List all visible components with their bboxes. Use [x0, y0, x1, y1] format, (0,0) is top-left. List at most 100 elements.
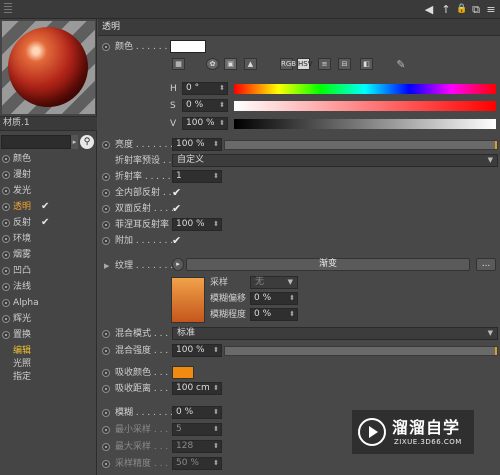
channel-animate-radio[interactable]	[2, 235, 10, 243]
channel-animate-radio[interactable]	[2, 219, 10, 227]
channel-item[interactable]: 颜色	[0, 151, 97, 167]
channel-animate-radio[interactable]	[2, 203, 10, 211]
hue-input[interactable]: 0 ° ⬍	[182, 82, 228, 95]
sidebar-subitem[interactable]: 编辑	[13, 345, 31, 358]
max-samples-input[interactable]: 128 ⬍	[172, 440, 222, 453]
channel-animate-radio[interactable]	[2, 299, 10, 307]
min-samples-animate-radio[interactable]	[102, 426, 110, 434]
channel-animate-radio[interactable]	[2, 251, 10, 259]
brightness-input[interactable]: 100 % ⬍	[172, 138, 222, 151]
additive-checkbox[interactable]: ✔	[172, 233, 181, 249]
mix-mode-dropdown[interactable]: 标准 ▼	[172, 327, 498, 340]
sample-precision-animate-radio[interactable]	[102, 460, 110, 468]
brightness-animate-radio[interactable]	[102, 141, 110, 149]
blur-input[interactable]: 0 % ⬍	[172, 406, 222, 419]
kelvin-icon[interactable]: ≡	[318, 58, 331, 70]
total-internal-checkbox[interactable]: ✔	[172, 185, 181, 201]
channel-item[interactable]: Alpha	[0, 295, 97, 311]
double-sided-checkbox[interactable]: ✔	[172, 201, 181, 217]
channel-checkbox[interactable]: ✔	[41, 199, 49, 215]
channel-search-input[interactable]	[1, 135, 71, 149]
blur-animate-radio[interactable]	[102, 409, 110, 417]
menu-icon[interactable]: ≡	[485, 2, 497, 17]
blur-offset-input[interactable]: 0 % ⬍	[250, 292, 298, 305]
picture-icon[interactable]: ▲	[244, 58, 257, 70]
refraction-animate-radio[interactable]	[102, 173, 110, 181]
search-icon[interactable]: ⚲	[80, 135, 94, 149]
value-gradient[interactable]	[234, 119, 496, 129]
sampling-dropdown[interactable]: 无 ▼	[250, 276, 298, 289]
channel-animate-radio[interactable]	[2, 315, 10, 323]
channel-item[interactable]: 漫射	[0, 167, 97, 183]
channel-item[interactable]: 烟雾	[0, 247, 97, 263]
channel-item[interactable]: 反射 ✔	[0, 215, 97, 231]
spectrum-icon[interactable]: ▦	[172, 58, 185, 70]
texture-more-button[interactable]: ...	[476, 258, 496, 271]
fresnel-animate-radio[interactable]	[102, 221, 110, 229]
fresnel-row: 菲涅耳反射率 100 % ⬍	[98, 217, 500, 233]
image-icon[interactable]: ▣	[224, 58, 237, 70]
refraction-input[interactable]: 1 ⬍	[172, 170, 222, 183]
back-arrow-icon[interactable]: ◀	[422, 2, 436, 17]
hsv-mode-button[interactable]: HSV	[297, 58, 313, 70]
up-arrow-icon[interactable]: ↑	[440, 2, 452, 17]
channel-animate-radio[interactable]	[2, 155, 10, 163]
brightness-slider[interactable]	[224, 140, 498, 150]
eyedropper-icon[interactable]: ✎	[394, 57, 408, 72]
texture-menu-button[interactable]: ▸	[172, 258, 184, 271]
rgb-mode-button[interactable]: RGB	[280, 58, 296, 70]
material-name[interactable]: 材质.1	[0, 116, 97, 131]
mix-strength-animate-radio[interactable]	[102, 347, 110, 355]
sidebar-subitem[interactable]: 指定	[13, 371, 31, 384]
mix-strength-slider[interactable]	[224, 346, 498, 356]
color-animate-radio[interactable]	[102, 43, 110, 51]
sampling-value: 无	[255, 277, 265, 287]
channel-item[interactable]: 发光	[0, 183, 97, 199]
absorption-color-swatch[interactable]	[172, 366, 194, 379]
blur-scale-input[interactable]: 0 % ⬍	[250, 308, 298, 321]
channel-item[interactable]: 环境	[0, 231, 97, 247]
material-preview[interactable]	[2, 21, 95, 114]
fresnel-input[interactable]: 100 % ⬍	[172, 218, 222, 231]
channel-animate-radio[interactable]	[2, 171, 10, 179]
texture-shader-button[interactable]: 渐变	[186, 258, 470, 271]
absorption-distance-input[interactable]: 100 cm ⬍	[172, 382, 222, 395]
mix-mode-animate-radio[interactable]	[102, 330, 110, 338]
channel-item[interactable]: 透明 ✔	[0, 199, 97, 215]
absorption-distance-animate-radio[interactable]	[102, 385, 110, 393]
color-wheel-icon[interactable]: ✿	[206, 58, 219, 70]
max-samples-animate-radio[interactable]	[102, 443, 110, 451]
channel-label: 烟雾	[13, 250, 32, 260]
channel-checkbox[interactable]: ✔	[41, 215, 49, 231]
search-dropdown-icon[interactable]: ▸	[71, 135, 78, 149]
channel-animate-radio[interactable]	[2, 267, 10, 275]
absorption-color-animate-radio[interactable]	[102, 369, 110, 377]
channel-item[interactable]: 置换	[0, 327, 97, 343]
sidebar-subitem[interactable]: 光照	[13, 358, 31, 371]
sample-precision-input[interactable]: 50 % ⬍	[172, 457, 222, 470]
sample-precision-row: 采样精度 . . . 50 % ⬍	[98, 456, 500, 472]
mixer-icon[interactable]: ⊟	[338, 58, 351, 70]
additive-animate-radio[interactable]	[102, 237, 110, 245]
texture-expand-icon[interactable]: ▶	[104, 258, 109, 274]
saturation-input[interactable]: 0 % ⬍	[182, 99, 228, 112]
preset-dropdown[interactable]: 自定义 ▼	[172, 154, 498, 167]
swatches-icon[interactable]: ◧	[360, 58, 373, 70]
channel-animate-radio[interactable]	[2, 283, 10, 291]
value-input[interactable]: 100 % ⬍	[182, 117, 228, 130]
hue-gradient[interactable]	[234, 84, 496, 94]
saturation-gradient[interactable]	[234, 101, 496, 111]
channel-item[interactable]: 辉光	[0, 311, 97, 327]
double-sided-animate-radio[interactable]	[102, 205, 110, 213]
channel-item[interactable]: 凹凸	[0, 263, 97, 279]
new-window-icon[interactable]: ⧉	[470, 2, 482, 17]
channel-item[interactable]: 法线	[0, 279, 97, 295]
min-samples-input[interactable]: 5 ⬍	[172, 423, 222, 436]
total-internal-animate-radio[interactable]	[102, 189, 110, 197]
lock-icon[interactable]: 🔒	[456, 2, 468, 17]
channel-animate-radio[interactable]	[2, 331, 10, 339]
panel-grip-icon[interactable]	[4, 3, 12, 15]
mix-strength-input[interactable]: 100 % ⬍	[172, 344, 222, 357]
channel-animate-radio[interactable]	[2, 187, 10, 195]
color-swatch[interactable]	[170, 40, 206, 53]
